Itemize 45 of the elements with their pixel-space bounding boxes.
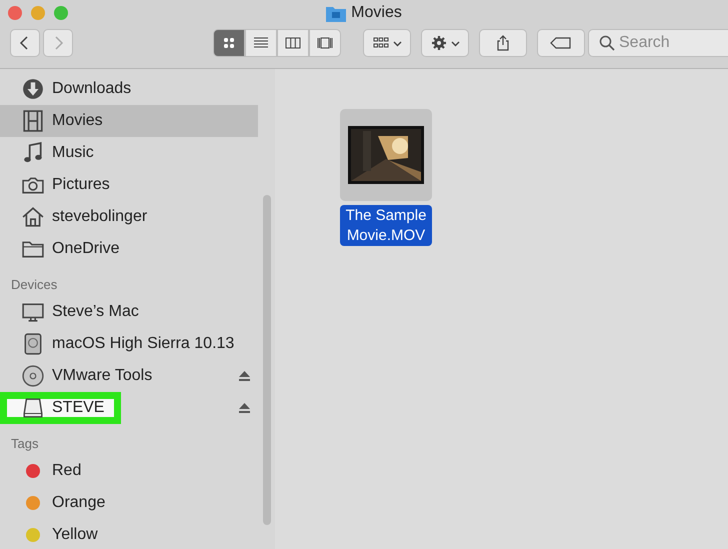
sidebar-item[interactable]: macOS High Sierra 10.13 <box>0 328 258 360</box>
section-heading: Devices <box>10 276 58 294</box>
sidebar-item[interactable]: stevebolinger <box>0 201 258 233</box>
grid-icon <box>221 35 237 51</box>
sidebar-item[interactable]: VMware Tools <box>0 360 258 392</box>
view-mode-button[interactable] <box>277 29 309 57</box>
gallery-icon <box>317 35 333 51</box>
caret-icon <box>392 38 402 48</box>
sidebar-item[interactable]: Steve’s Mac <box>0 296 258 328</box>
view-mode-button[interactable] <box>245 29 277 57</box>
share-icon <box>495 35 511 51</box>
view-mode-button[interactable] <box>309 29 341 57</box>
tag-icon <box>550 37 572 49</box>
sidebar-item[interactable]: Movies <box>0 105 258 137</box>
window-title: Movies <box>351 4 402 22</box>
search-field[interactable]: Search <box>588 29 728 57</box>
highlight-frame: STEVE <box>0 392 122 424</box>
columns-icon <box>285 35 301 51</box>
tag-button[interactable] <box>537 29 585 57</box>
caret-icon <box>450 38 460 48</box>
drive-icon <box>22 397 44 419</box>
sidebar-item[interactable]: Red <box>0 455 258 487</box>
house-icon <box>22 206 44 228</box>
eject-icon[interactable] <box>239 370 250 382</box>
sidebar-item[interactable]: OneDrive <box>0 233 258 265</box>
view-mode-button[interactable] <box>213 29 245 57</box>
monitor-icon <box>22 301 44 323</box>
sidebar-item[interactable]: STEVE <box>0 392 258 424</box>
sidebar-item[interactable]: Pictures <box>0 169 258 201</box>
download-icon <box>22 78 44 100</box>
sidebar-item[interactable]: Music <box>0 137 258 169</box>
sidebar-item[interactable]: Yellow <box>0 519 258 549</box>
back-button[interactable] <box>10 29 40 57</box>
sidebar-item[interactable]: Downloads <box>0 73 258 105</box>
gear-icon <box>430 35 446 51</box>
section-heading: Tags <box>10 435 40 453</box>
share-button[interactable] <box>479 29 527 57</box>
action-button[interactable] <box>421 29 469 57</box>
folder-icon <box>326 4 346 22</box>
eject-icon[interactable] <box>239 402 250 414</box>
disc-icon <box>22 365 44 387</box>
film-icon <box>22 110 44 132</box>
sidebar-item[interactable]: Orange <box>0 487 258 519</box>
music-note-icon <box>22 142 44 164</box>
arrange-button[interactable] <box>363 29 411 57</box>
